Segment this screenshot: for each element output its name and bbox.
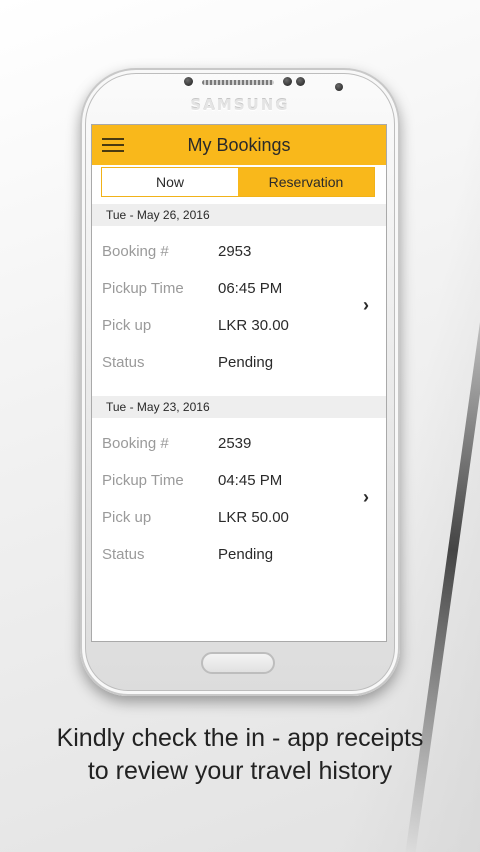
field-label-pick-up: Pick up (102, 509, 152, 526)
field-label-pick-up: Pick up (102, 317, 152, 334)
booking-number-value: 2539 (218, 435, 252, 452)
booking-date-header: Tue - May 26, 2016 (92, 204, 386, 226)
status-value: Pending (218, 546, 274, 563)
page-title: My Bookings (187, 135, 291, 155)
app-screen: My Bookings Now Reservation Tue - May 26… (91, 124, 387, 642)
field-label-status: Status (102, 354, 145, 371)
phone-top-bezel: SAMSUNG (80, 68, 400, 124)
promo-caption: Kindly check the in - app receipts to re… (0, 722, 480, 788)
chevron-right-icon[interactable]: › (363, 295, 369, 316)
status-value: Pending (218, 354, 274, 371)
pick-up-fare-value: LKR 30.00 (218, 317, 289, 334)
caption-line-2: to review your travel history (87, 757, 393, 785)
field-label-pickup-time: Pickup Time (102, 280, 184, 297)
sensor-dot-icon (283, 77, 292, 86)
pickup-time-value: 06:45 PM (218, 280, 283, 297)
booking-date-header: Tue - May 23, 2016 (92, 396, 386, 418)
sensor-dot-icon (296, 77, 305, 86)
app-header: My Bookings (92, 125, 386, 165)
field-label-status: Status (102, 546, 145, 563)
tab-reservation[interactable]: Reservation (238, 168, 374, 196)
front-camera-icon (184, 77, 193, 86)
pick-up-fare-value: LKR 50.00 (218, 509, 289, 526)
tab-now[interactable]: Now (102, 168, 238, 196)
field-label-booking-number: Booking # (102, 243, 169, 260)
brand-logo: SAMSUNG (190, 96, 290, 114)
booking-number-value: 2953 (218, 243, 252, 260)
chevron-right-icon[interactable]: › (363, 487, 369, 508)
earpiece-speaker (202, 80, 274, 85)
caption-line-1: Kindly check the in - app receipts (56, 724, 424, 752)
pickup-time-value: 04:45 PM (218, 472, 283, 489)
field-label-pickup-time: Pickup Time (102, 472, 184, 489)
booking-type-tabs: Now Reservation (101, 167, 375, 197)
proximity-sensor-icon (335, 83, 343, 91)
field-label-booking-number: Booking # (102, 435, 169, 452)
home-button[interactable] (201, 652, 275, 674)
phone-device: SAMSUNG My Bookings Now Reservation Tue … (80, 68, 400, 696)
